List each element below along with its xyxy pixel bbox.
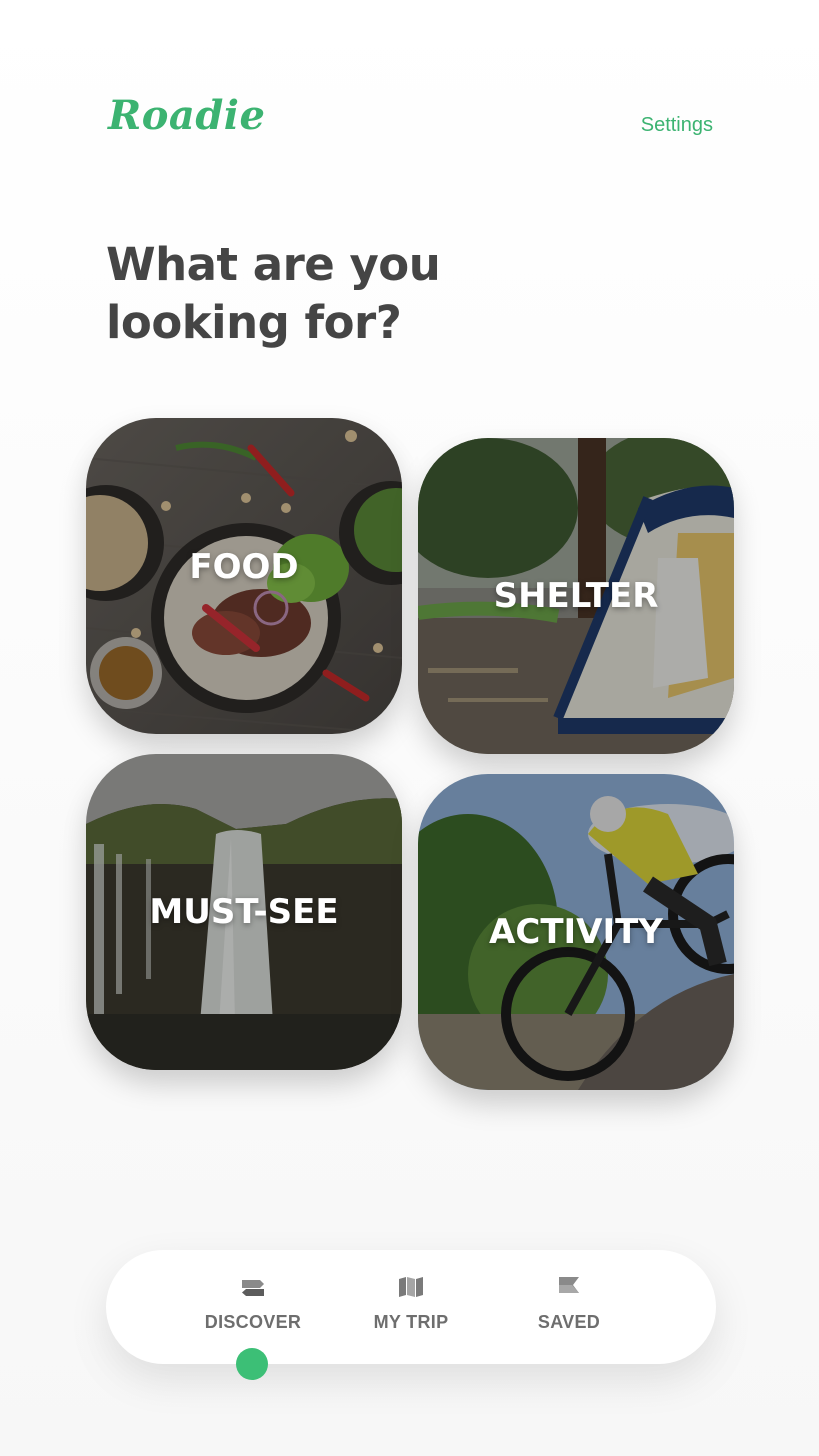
category-label-food: FOOD	[189, 546, 299, 587]
bottom-nav-bar: DISCOVER MY TRIP SAVED	[106, 1250, 716, 1380]
category-label-shelter: SHELTER	[493, 576, 659, 616]
nav-item-my-trip[interactable]: MY TRIP	[346, 1276, 476, 1346]
nav-item-discover[interactable]: DISCOVER	[188, 1276, 318, 1346]
category-label-must-see: MUST-SEE	[149, 892, 339, 932]
category-card-food[interactable]: FOOD	[86, 418, 402, 734]
nav-item-saved[interactable]: SAVED	[504, 1276, 634, 1346]
settings-link[interactable]: Settings	[641, 114, 713, 137]
flag-icon	[559, 1277, 579, 1293]
signpost-icon	[242, 1280, 264, 1296]
active-tab-indicator	[236, 1348, 268, 1380]
category-card-activity[interactable]: ACTIVITY	[418, 774, 734, 1090]
map-icon	[399, 1277, 423, 1297]
category-card-must-see[interactable]: MUST-SEE	[86, 754, 402, 1070]
nav-label-discover: DISCOVER	[204, 1312, 302, 1332]
nav-label-my-trip: MY TRIP	[373, 1312, 449, 1332]
app-screen: Roadie Settings What are you looking for…	[0, 0, 819, 1456]
nav-label-saved: SAVED	[537, 1312, 601, 1332]
category-label-activity: ACTIVITY	[489, 912, 663, 952]
page-title: What are you looking for?	[106, 238, 441, 349]
category-card-shelter[interactable]: SHELTER	[418, 438, 734, 754]
app-logo: Roadie	[108, 92, 266, 139]
